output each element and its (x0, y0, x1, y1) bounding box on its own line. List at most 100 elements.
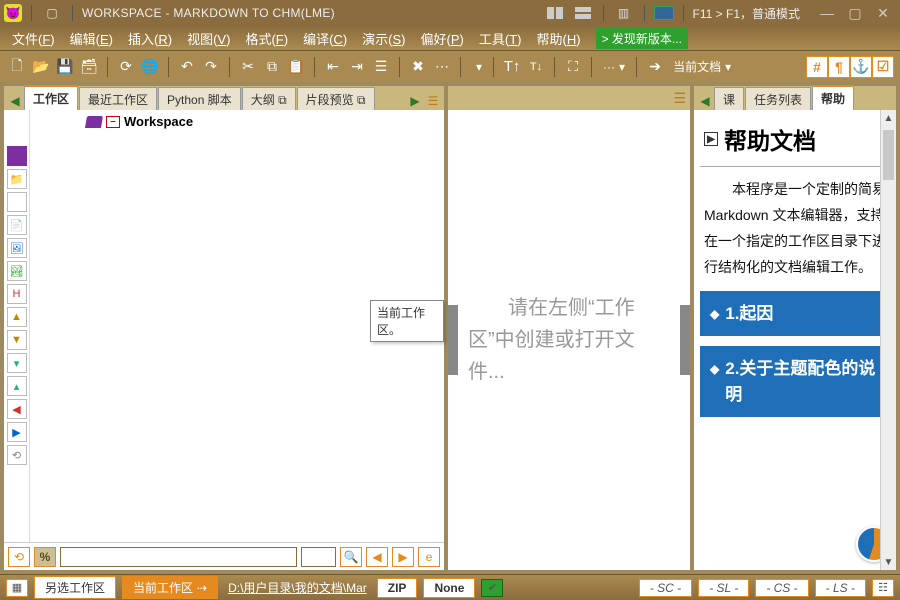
status-sl[interactable]: - SL - (698, 579, 749, 597)
side-down-icon[interactable]: ▼ (7, 330, 27, 350)
side-collapse-icon[interactable]: ▾ (7, 353, 27, 373)
tab-help[interactable]: 帮助 (812, 85, 854, 111)
layout-stack-icon[interactable] (572, 3, 594, 23)
indent-left-icon[interactable]: ⇤ (322, 56, 344, 78)
globe-icon[interactable]: 🌐 (139, 56, 161, 78)
percent-icon[interactable]: % (34, 547, 56, 567)
status-sc[interactable]: - SC - (639, 579, 692, 597)
help-scrollbar[interactable]: ▲ ▼ (880, 110, 896, 570)
toolbar-dropdown-2[interactable]: ···▾ (599, 60, 629, 74)
tab-workspace[interactable]: 工作区 (24, 85, 78, 111)
status-ok-icon[interactable]: ✔ (481, 579, 503, 597)
tab-recent[interactable]: 最近工作区 (79, 87, 157, 111)
toolbar-dropdown-1[interactable]: ▾ (468, 60, 486, 74)
menu-pref[interactable]: 偏好(P) (415, 27, 470, 50)
hash-icon[interactable]: # (806, 56, 828, 78)
side-image-icon[interactable]: 🖼 (7, 238, 27, 258)
copy-icon[interactable]: ⧉ (261, 56, 283, 78)
tab-scroll-left-icon[interactable]: ◀ (696, 92, 714, 110)
side-folder-icon[interactable]: 📁 (7, 169, 27, 189)
undo-icon[interactable]: ↶ (176, 56, 198, 78)
maximize-button[interactable]: ▢ (842, 4, 868, 22)
delete-icon[interactable]: ✖ (407, 56, 429, 78)
search-field[interactable] (301, 547, 336, 567)
refresh-icon[interactable]: ⟳ (115, 56, 137, 78)
tab-scroll-right-icon[interactable]: ▶ (406, 92, 424, 110)
doc-selector[interactable]: 当前文档 ▾ (669, 58, 735, 75)
close-button[interactable]: ✕ (870, 4, 896, 22)
menu-format[interactable]: 格式(F) (239, 27, 294, 50)
search-icon[interactable]: 🔍 (340, 547, 362, 567)
side-doc-icon[interactable]: 🗎 (7, 192, 27, 212)
menu-edit[interactable]: 编辑(E) (64, 27, 119, 50)
nav-next-icon[interactable]: ▶ (392, 547, 414, 567)
help-section-2[interactable]: ◆ 2.关于主题配色的说明 (700, 346, 890, 417)
menu-compile[interactable]: 编译(C) (297, 27, 353, 50)
status-zip[interactable]: ZIP (377, 578, 418, 598)
status-other-workspace[interactable]: 另选工作区 (34, 576, 116, 599)
status-ls[interactable]: - LS - (815, 579, 866, 597)
layout-preset-icon[interactable]: ▥ (613, 3, 635, 23)
menu-view[interactable]: 视图(V) (181, 27, 236, 50)
workspace-tree[interactable]: – Workspace 当前工作区。 (30, 110, 444, 542)
side-h-icon[interactable]: H (7, 284, 27, 304)
tab-scroll-left-icon[interactable]: ◀ (6, 92, 24, 110)
status-settings-icon[interactable]: ☷ (872, 579, 894, 597)
new-file-icon[interactable]: 🗋 (6, 56, 28, 78)
status-current-workspace[interactable]: 当前工作区 ⇢ (122, 576, 218, 599)
minimize-button[interactable]: — (814, 4, 840, 22)
update-available-badge[interactable]: > 发现新版本... (596, 28, 688, 49)
editor-body[interactable]: 请在左侧“工作区”中创建或打开文件... (448, 110, 690, 570)
browser-icon[interactable]: e (418, 547, 440, 567)
open-folder-icon[interactable]: 📂 (30, 56, 52, 78)
format-icon[interactable]: ¶ (828, 56, 850, 78)
menu-file[interactable]: 文件(F) (6, 27, 61, 50)
status-none[interactable]: None (423, 578, 475, 598)
tab-outline[interactable]: 大纲 ⧉ (242, 87, 296, 111)
status-cs[interactable]: - CS - (755, 579, 808, 597)
menu-tools[interactable]: 工具(T) (473, 27, 528, 50)
list-icon[interactable]: ☰ (370, 56, 392, 78)
scroll-down-icon[interactable]: ▼ (881, 554, 896, 570)
side-gallery-icon[interactable]: 🏞 (7, 261, 27, 281)
layout-split-icon[interactable] (544, 3, 566, 23)
tab-tasks[interactable]: 任务列表 (745, 87, 811, 111)
side-reset-icon[interactable]: ⟲ (7, 445, 27, 465)
scroll-thumb[interactable] (883, 130, 894, 180)
reset-view-icon[interactable]: ⟲ (8, 547, 30, 567)
font-smaller-icon[interactable]: T↓ (525, 56, 547, 78)
side-prev-icon[interactable]: ◀ (7, 399, 27, 419)
check-icon[interactable]: ☑ (872, 56, 894, 78)
filter-input[interactable] (60, 547, 297, 567)
anchor-icon[interactable]: ⚓ (850, 56, 872, 78)
nav-prev-icon[interactable]: ◀ (366, 547, 388, 567)
menu-help[interactable]: 帮助(H) (531, 27, 587, 50)
status-path-link[interactable]: D:\用户目录\我的文档\Mar (224, 579, 371, 596)
cut-icon[interactable]: ✂ (237, 56, 259, 78)
more-icon[interactable]: ⋯ (431, 56, 453, 78)
tab-python[interactable]: Python 脚本 (158, 87, 241, 111)
indent-right-icon[interactable]: ⇥ (346, 56, 368, 78)
status-grid-icon[interactable]: ▦ (6, 579, 28, 597)
side-up-icon[interactable]: ▲ (7, 307, 27, 327)
help-section-1[interactable]: ◆ 1.起因 (700, 291, 890, 337)
titlebar-tool-icon[interactable]: ▢ (41, 3, 63, 23)
tab-menu-icon[interactable]: ☰ (424, 92, 442, 110)
side-next-icon[interactable]: ▶ (7, 422, 27, 442)
tab-snippet[interactable]: 片段预览 ⧉ (297, 87, 375, 111)
menu-demo[interactable]: 演示(S) (356, 27, 411, 50)
redo-icon[interactable]: ↷ (200, 56, 222, 78)
paste-icon[interactable]: 📋 (285, 56, 307, 78)
scroll-up-icon[interactable]: ▲ (881, 110, 896, 126)
side-expand-icon[interactable]: ▴ (7, 376, 27, 396)
tab-lesson[interactable]: 课 (714, 87, 744, 111)
editor-tab-menu-icon[interactable]: ☰ (673, 90, 686, 107)
tree-root[interactable]: – Workspace (30, 110, 444, 133)
side-book-icon[interactable] (7, 146, 27, 166)
fullscreen-icon[interactable]: ⛶ (562, 56, 584, 78)
font-bigger-icon[interactable]: T↑ (501, 56, 523, 78)
side-note-icon[interactable]: 📄 (7, 215, 27, 235)
menu-insert[interactable]: 插入(R) (122, 27, 178, 50)
arrow-right-icon[interactable]: ➔ (644, 56, 666, 78)
save-all-icon[interactable]: 🗃 (78, 56, 100, 78)
